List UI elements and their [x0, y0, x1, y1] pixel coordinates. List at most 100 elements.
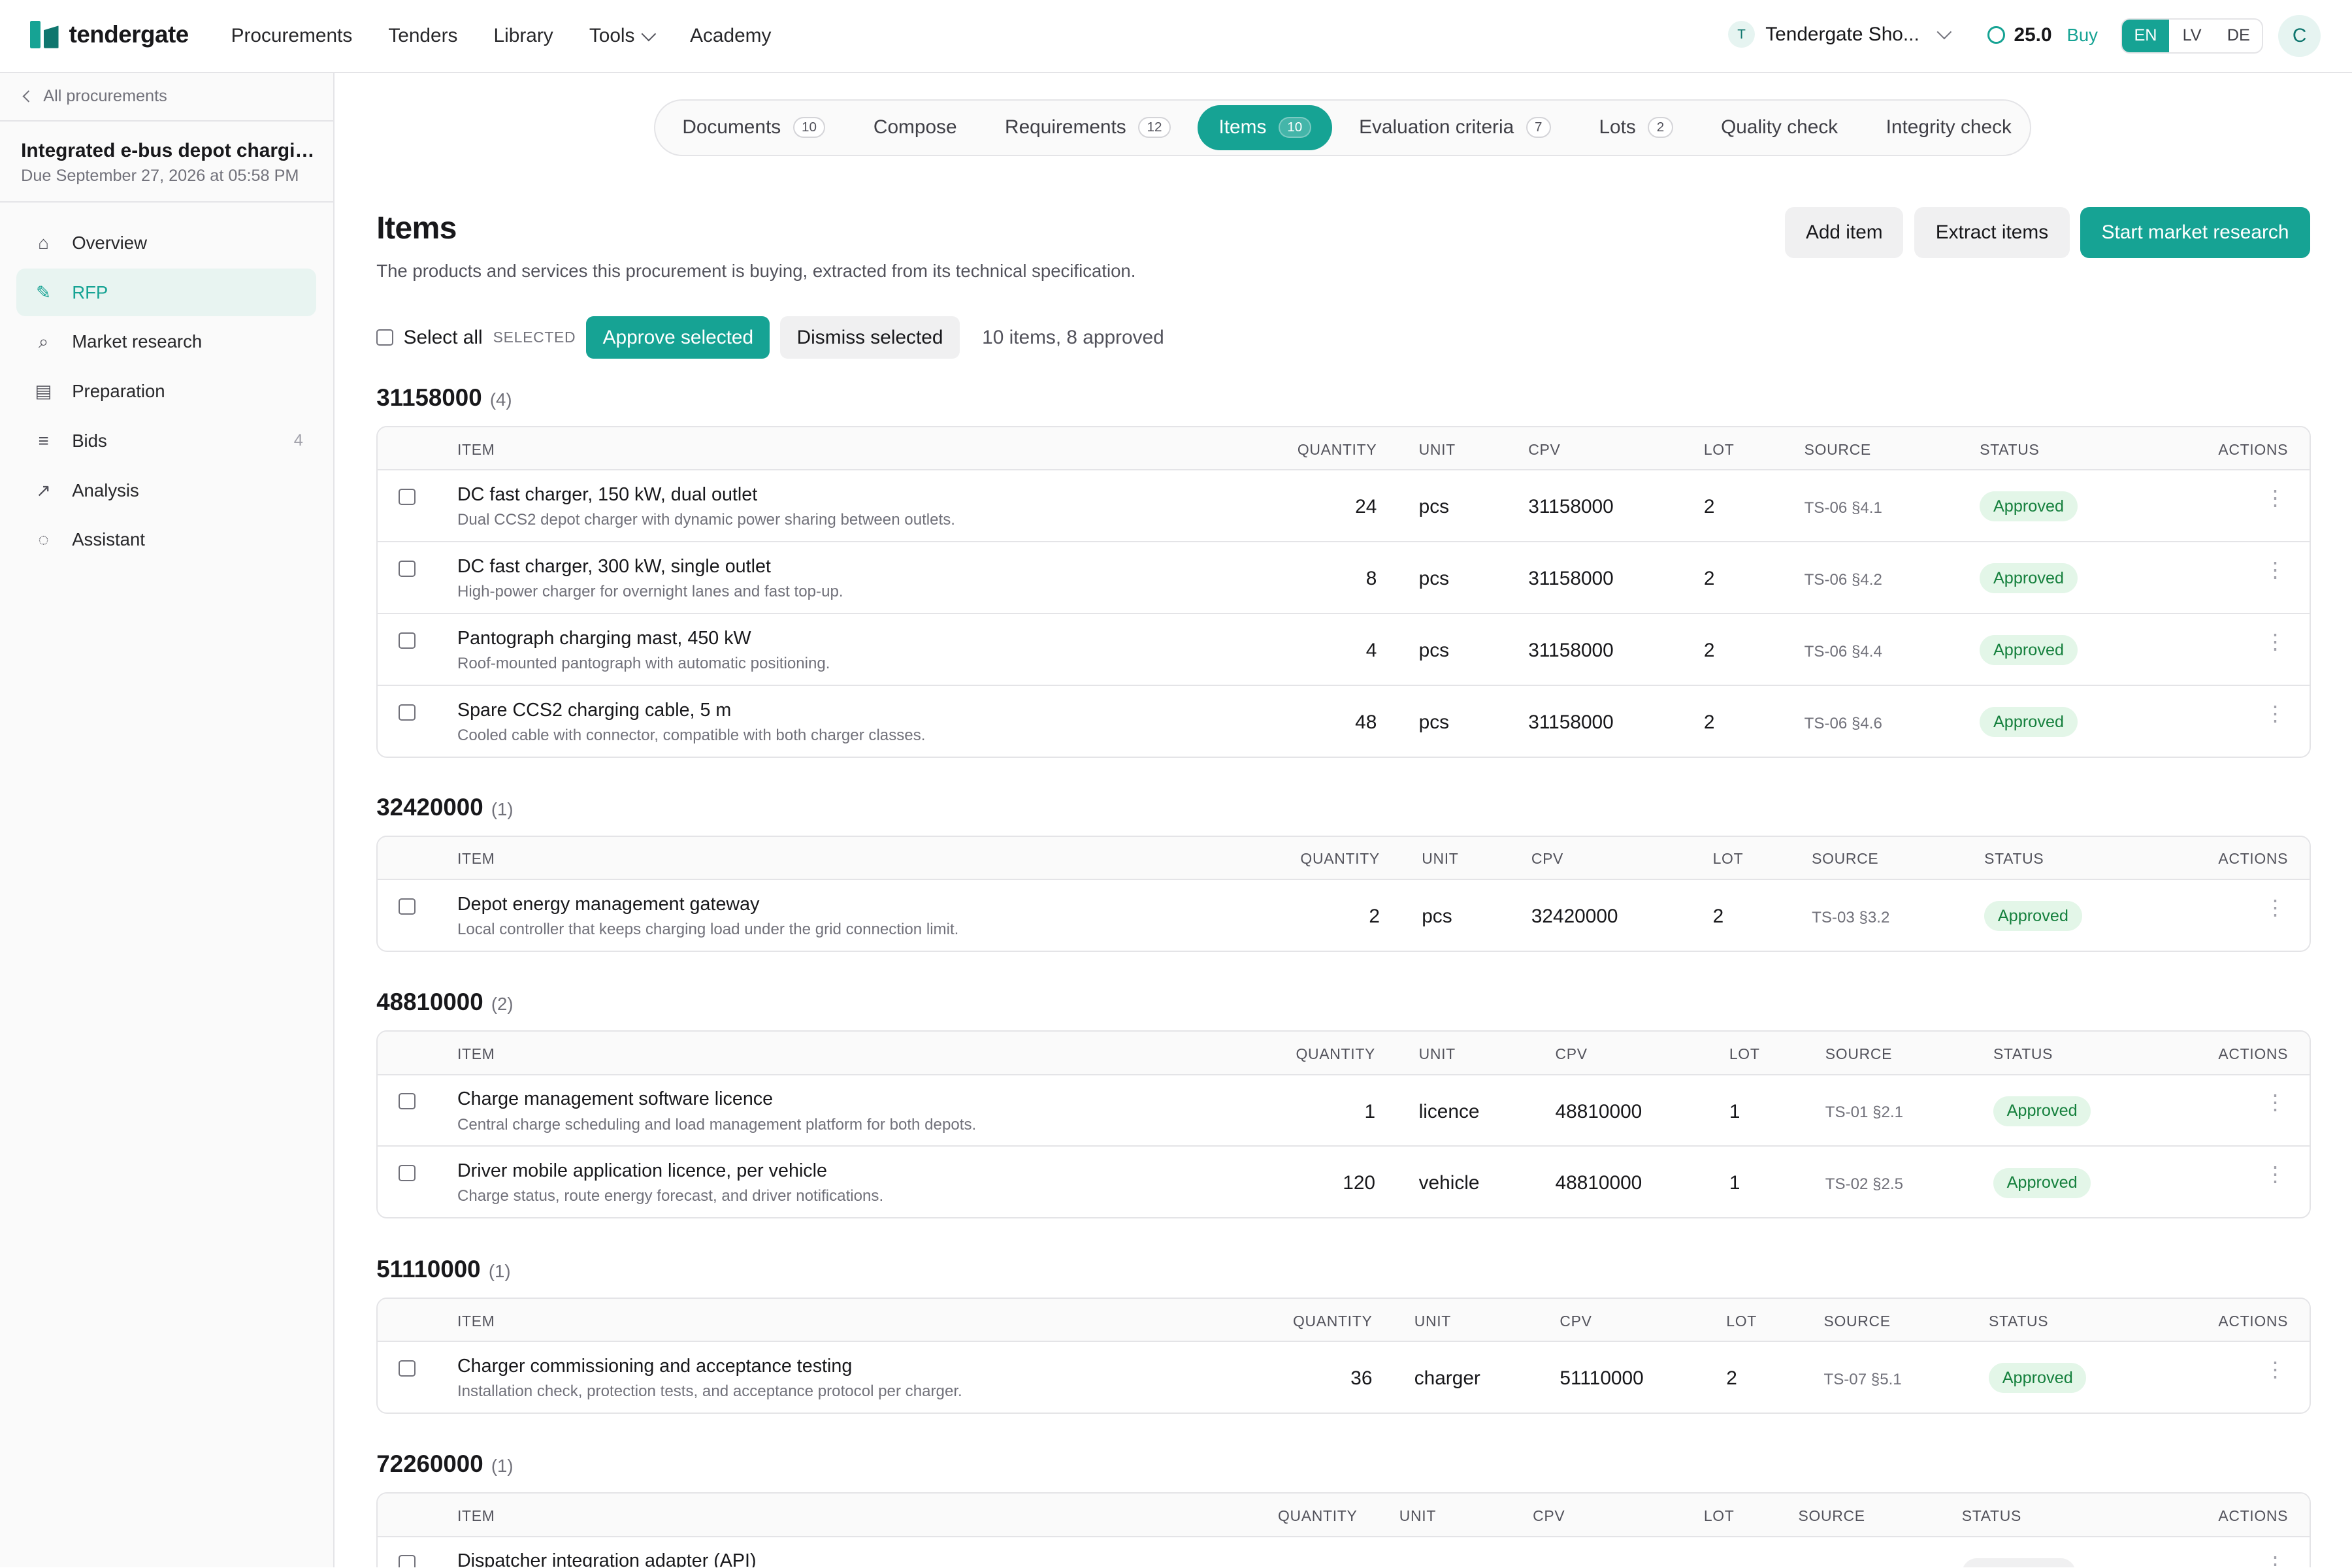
brand-logo[interactable]: tendergate — [29, 21, 189, 48]
row-checkbox[interactable] — [399, 898, 416, 915]
clipboard-icon: ▤ — [35, 381, 52, 402]
sidebar-item-rfp[interactable]: ✎ RFP — [16, 268, 317, 317]
tab-quality-check[interactable]: Quality check — [1700, 105, 1859, 150]
tab-compose[interactable]: Compose — [853, 105, 978, 150]
item-name[interactable]: DC fast charger, 300 kW, single outlet — [457, 556, 771, 578]
sidebar-item-bids[interactable]: ≡ Bids 4 — [16, 417, 316, 465]
tab-lots[interactable]: Lots 2 — [1578, 105, 1693, 150]
item-unit: licence — [1418, 1100, 1480, 1122]
start-market-research-button[interactable]: Start market research — [2080, 206, 2310, 258]
divider — [0, 120, 333, 122]
add-item-button[interactable]: Add item — [1785, 206, 1904, 258]
sidebar: All procurements Integrated e-bus depot … — [0, 73, 335, 1568]
more-actions-icon[interactable]: ⋮ — [2265, 1164, 2286, 1184]
sidebar-item-preparation[interactable]: ▤ Preparation — [16, 367, 316, 415]
col-status: STATUS — [1993, 1045, 2053, 1062]
more-actions-icon[interactable]: ⋮ — [2265, 897, 2286, 918]
row-checkbox[interactable] — [399, 1165, 416, 1182]
item-name[interactable]: Depot energy management gateway — [457, 894, 759, 915]
item-name[interactable]: Dispatcher integration adapter (API) — [457, 1550, 757, 1567]
table-row: Driver mobile application licence, per v… — [378, 1147, 2310, 1217]
language-en[interactable]: EN — [2122, 19, 2169, 53]
item-name[interactable]: Charge management software licence — [457, 1088, 773, 1110]
language-switcher: EN LV DE — [2121, 18, 2263, 54]
col-lot: LOT — [1703, 440, 1735, 458]
nav-tenders[interactable]: Tenders — [388, 25, 457, 47]
item-quantity: 24 — [1355, 496, 1377, 518]
tab-integrity-check[interactable]: Integrity check — [1865, 105, 2033, 150]
sidebar-item-assistant[interactable]: ◌ Assistant — [16, 516, 316, 564]
item-name[interactable]: Pantograph charging mast, 450 kW — [457, 628, 751, 649]
item-name[interactable]: DC fast charger, 150 kW, dual outlet — [457, 484, 757, 506]
item-name[interactable]: Driver mobile application licence, per v… — [457, 1160, 827, 1182]
item-name[interactable]: Spare CCS2 charging cable, 5 m — [457, 700, 731, 721]
item-source[interactable]: TS-01 §2.1 — [1825, 1103, 1903, 1122]
selected-label: SELECTED — [493, 329, 576, 346]
more-actions-icon[interactable]: ⋮ — [2265, 1092, 2286, 1113]
approve-selected-button[interactable]: Approve selected — [586, 316, 770, 359]
more-actions-icon[interactable]: ⋮ — [2265, 559, 2286, 580]
item-source[interactable]: TS-06 §4.6 — [1805, 715, 1882, 733]
nav-tools[interactable]: Tools — [589, 25, 657, 47]
more-actions-icon[interactable]: ⋮ — [2265, 487, 2286, 508]
language-lv[interactable]: LV — [2169, 20, 2215, 53]
dismiss-selected-button[interactable]: Dismiss selected — [780, 316, 960, 359]
item-source[interactable]: TS-06 §4.1 — [1805, 499, 1882, 517]
row-checkbox[interactable] — [399, 1360, 416, 1377]
item-source[interactable]: TS-02 §2.5 — [1825, 1175, 1903, 1194]
col-actions: ACTIONS — [2218, 440, 2289, 458]
item-unit: vehicle — [1418, 1172, 1480, 1194]
sidebar-item-label: Market research — [72, 331, 203, 352]
more-actions-icon[interactable]: ⋮ — [2265, 1359, 2286, 1380]
row-checkbox[interactable] — [399, 488, 416, 506]
item-cpv: 31158000 — [1528, 568, 1614, 590]
divider — [0, 201, 333, 203]
sidebar-item-overview[interactable]: ⌂ Overview — [16, 219, 316, 267]
item-source[interactable]: TS-03 §3.2 — [1812, 909, 1889, 927]
row-checkbox[interactable] — [399, 560, 416, 578]
back-to-procurements-link[interactable]: All procurements — [22, 87, 167, 106]
tab-evaluation-criteria[interactable]: Evaluation criteria 7 — [1338, 105, 1572, 150]
col-cpv: CPV — [1555, 1045, 1588, 1062]
item-lot: 2 — [1726, 1367, 1737, 1390]
sidebar-item-label: RFP — [72, 282, 108, 302]
item-cpv: 48810000 — [1555, 1172, 1642, 1194]
col-actions: ACTIONS — [2218, 850, 2289, 868]
col-item: ITEM — [457, 440, 495, 458]
sidebar-item-market-research[interactable]: ⌕ Market research — [16, 318, 316, 366]
col-item: ITEM — [457, 1507, 495, 1525]
language-de[interactable]: DE — [2215, 20, 2262, 53]
tab-requirements[interactable]: Requirements 12 — [984, 105, 1192, 150]
more-actions-icon[interactable]: ⋮ — [2265, 703, 2286, 724]
item-name[interactable]: Charger commissioning and acceptance tes… — [457, 1356, 852, 1377]
nav-procurements[interactable]: Procurements — [231, 25, 353, 47]
item-description: Roof-mounted pantograph with automatic p… — [457, 655, 830, 673]
nav-academy[interactable]: Academy — [690, 25, 771, 47]
buy-credits-link[interactable]: Buy — [2066, 25, 2097, 46]
table-header: ITEM QUANTITY UNIT CPV LOT SOURCE STATUS ACTION… — [378, 1032, 2310, 1075]
table-header: ITEM QUANTITY UNIT CPV LOT SOURCE STATUS ACTION… — [378, 1298, 2310, 1343]
col-actions: ACTIONS — [2218, 1507, 2289, 1525]
row-checkbox[interactable] — [399, 632, 416, 649]
tab-documents[interactable]: Documents 10 — [661, 105, 846, 150]
extract-items-button[interactable]: Extract items — [1914, 206, 2070, 258]
user-avatar[interactable]: C — [2278, 14, 2321, 57]
select-all-checkbox[interactable] — [376, 329, 393, 346]
item-unit: pcs — [1418, 496, 1450, 518]
row-checkbox[interactable] — [399, 1555, 416, 1568]
item-source[interactable]: TS-06 §4.4 — [1805, 643, 1882, 661]
more-actions-icon[interactable]: ⋮ — [2265, 1554, 2286, 1567]
nav-library[interactable]: Library — [494, 25, 553, 47]
row-checkbox[interactable] — [399, 1093, 416, 1110]
col-lot: LOT — [1726, 1312, 1757, 1330]
row-checkbox[interactable] — [399, 704, 416, 721]
tab-items[interactable]: Items 10 — [1198, 105, 1332, 150]
more-actions-icon[interactable]: ⋮ — [2265, 631, 2286, 652]
col-cpv: CPV — [1533, 1507, 1565, 1525]
item-source[interactable]: TS-06 §4.2 — [1805, 571, 1882, 589]
tab-label: Documents — [682, 116, 781, 139]
sidebar-item-analysis[interactable]: ↗ Analysis — [16, 466, 316, 514]
item-source[interactable]: TS-07 §5.1 — [1824, 1371, 1902, 1389]
organization-switcher[interactable]: T Tendergate Sho... — [1727, 21, 1952, 48]
col-cpv: CPV — [1528, 440, 1561, 458]
